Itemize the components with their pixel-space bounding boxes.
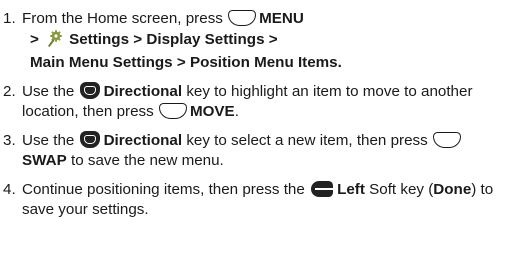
path-separator: >: [268, 31, 278, 48]
step-4: 4. Continue positioning items, then pres…: [3, 180, 507, 220]
center-key-icon: [432, 132, 461, 148]
step-text-segment: From the Home screen, press: [22, 10, 223, 27]
step-text: From the Home screen, press MENU > Setti…: [22, 9, 507, 73]
step-text-segment: key to select a new item, then press: [186, 132, 428, 149]
step-2: 2. Use the Directional key to highlight …: [3, 82, 507, 122]
step-text: Use the Directional key to select a new …: [22, 131, 507, 171]
path-separator: >: [176, 54, 186, 71]
step-number: 3.: [3, 132, 16, 149]
directional-key-icon: [79, 82, 100, 99]
left-key-label: Left: [337, 181, 365, 198]
sentence-end: .: [234, 103, 239, 120]
center-key-icon: [228, 10, 257, 26]
step-text-segment: Continue positioning items, then press t…: [22, 181, 305, 198]
step-text-segment: to save the new menu.: [70, 152, 224, 169]
step-1: 1. From the Home screen, press MENU > Se…: [3, 9, 507, 73]
path-separator: >: [133, 31, 143, 48]
left-soft-key-icon: [311, 181, 334, 197]
instruction-steps: 1. From the Home screen, press MENU > Se…: [3, 9, 507, 229]
step-number: 1.: [3, 10, 16, 27]
step-text-segment: Use the: [22, 132, 75, 149]
menu-key-label: MENU: [259, 10, 304, 27]
position-menu-items-label: Position Menu Items: [189, 54, 338, 71]
done-label: Done: [433, 181, 472, 198]
step-text-segment: Use the: [22, 83, 75, 100]
step-number: 4.: [3, 181, 16, 198]
center-key-icon: [158, 103, 187, 119]
settings-label: Settings: [69, 31, 130, 48]
directional-key-label: Directional: [103, 132, 183, 149]
path-separator: >: [30, 31, 39, 48]
step-text-segment: Soft key (: [369, 181, 434, 198]
step-text: Continue positioning items, then press t…: [22, 180, 507, 220]
main-menu-settings-label: Main Menu Settings: [30, 54, 173, 71]
step-3: 3. Use the Directional key to select a n…: [3, 131, 507, 171]
directional-key-icon: [79, 131, 100, 148]
step-number: 2.: [3, 83, 16, 100]
display-settings-label: Display Settings: [146, 31, 265, 48]
directional-key-label: Directional: [103, 83, 183, 100]
sentence-end: .: [337, 54, 342, 71]
swap-key-label: SWAP: [22, 152, 67, 169]
step-text: Use the Directional key to highlight an …: [22, 82, 507, 122]
settings-icon: [46, 29, 64, 53]
move-key-label: MOVE: [189, 103, 235, 120]
